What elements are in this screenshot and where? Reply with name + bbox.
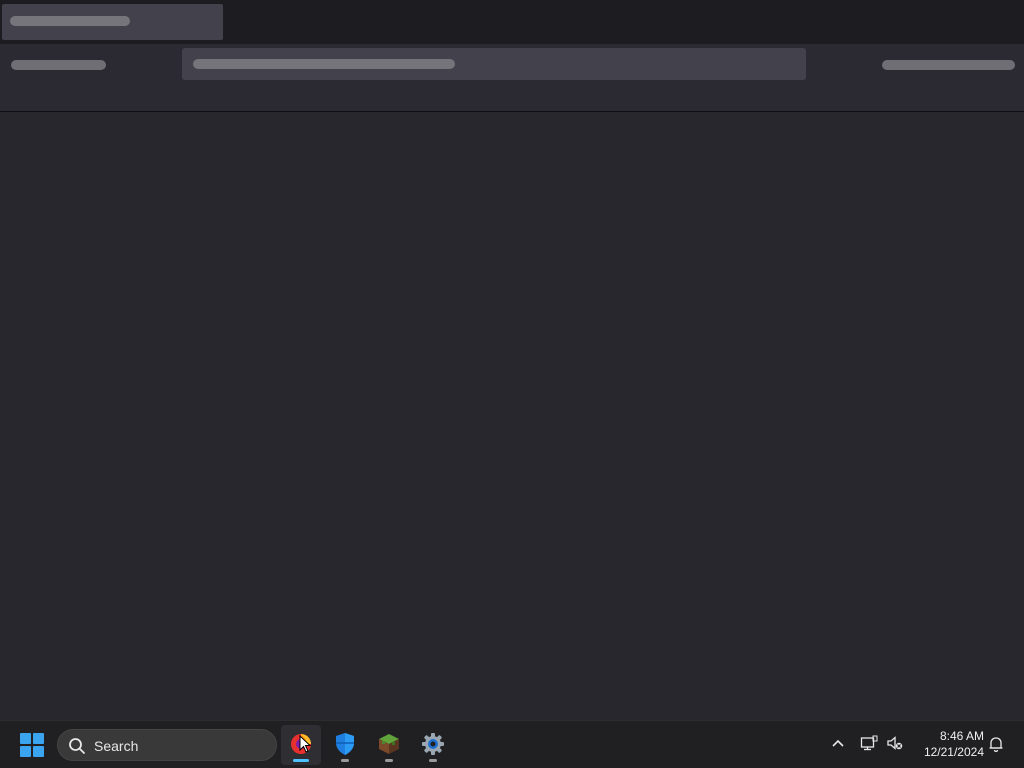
browser-toolbar — [0, 44, 1024, 112]
taskbar-app-minecraft[interactable] — [369, 725, 409, 765]
page-content — [0, 113, 1024, 720]
settings-icon — [422, 733, 444, 755]
windows-logo-tile — [33, 746, 44, 757]
browser-tab[interactable] — [2, 4, 223, 40]
taskbar-clock[interactable]: 8:46 AM 12/21/2024 — [912, 728, 984, 760]
running-indicator — [385, 759, 393, 762]
running-indicator — [341, 759, 349, 762]
taskbar-app-defender[interactable] — [325, 725, 365, 765]
clock-date: 12/21/2024 — [923, 745, 984, 759]
taskbar: Search 8:46 AM 12/21/2024 — [0, 720, 1024, 768]
running-indicator — [293, 759, 309, 762]
nav-controls-placeholder[interactable] — [11, 60, 106, 70]
clock-time: 8:46 AM — [939, 729, 984, 743]
start-button[interactable] — [20, 733, 44, 757]
minecraft-icon — [379, 734, 399, 754]
windows-logo-tile — [20, 746, 31, 757]
defender-icon — [336, 733, 354, 755]
mouse-cursor-icon — [299, 735, 312, 753]
search-label: Search — [94, 738, 139, 754]
windows-logo-tile — [20, 733, 31, 744]
taskbar-app-settings[interactable] — [413, 725, 453, 765]
tab-strip — [0, 0, 1024, 44]
network-icon[interactable] — [860, 735, 878, 754]
search-icon — [69, 738, 85, 754]
taskbar-search-box[interactable]: Search — [57, 729, 277, 761]
show-hidden-icons-chevron-icon[interactable] — [831, 736, 845, 753]
tab-title-placeholder — [10, 16, 130, 26]
toolbar-actions-placeholder[interactable] — [882, 60, 1015, 70]
taskbar-app-firefox[interactable] — [281, 725, 321, 765]
address-text-placeholder — [193, 59, 455, 69]
volume-muted-icon[interactable] — [886, 735, 904, 754]
notification-bell-icon[interactable] — [988, 736, 1004, 755]
windows-logo-tile — [33, 733, 44, 744]
running-indicator — [429, 759, 437, 762]
address-bar[interactable] — [182, 48, 806, 80]
